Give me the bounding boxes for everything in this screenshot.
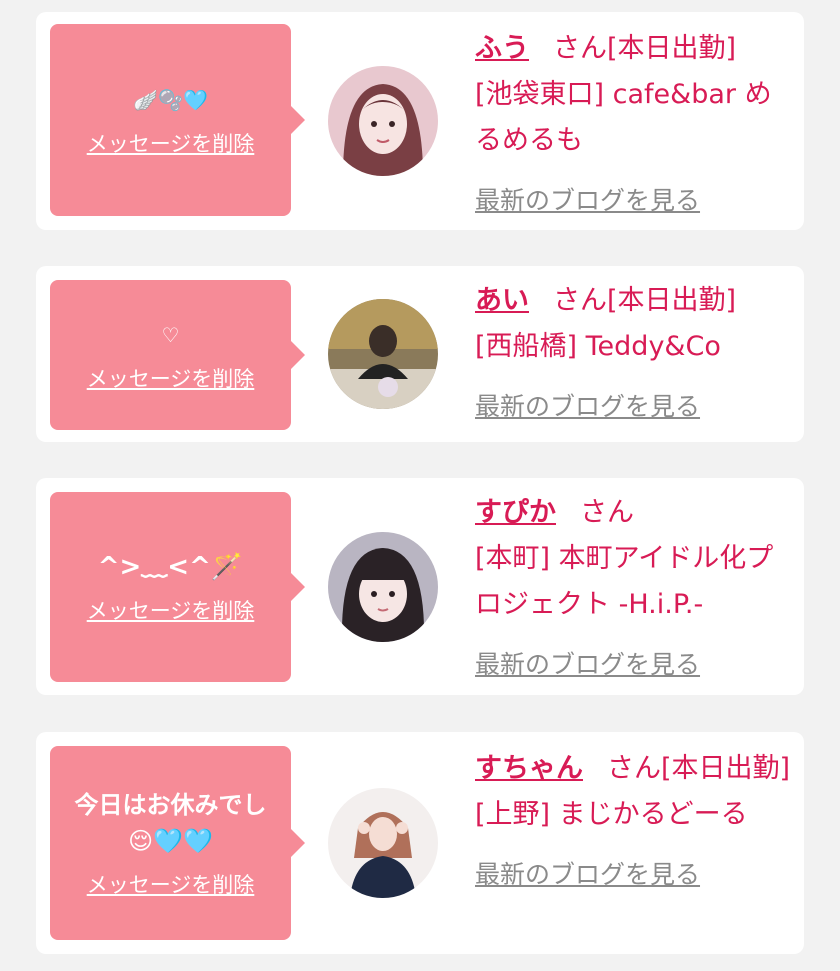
list-item: ♡ メッセージを削除 あい さん[本日出勤] [西船橋] Teddy&Co 最新の… <box>36 266 804 442</box>
message-text: 🪽🫧🩵 <box>133 88 208 112</box>
delete-message-link[interactable]: メッセージを削除 <box>87 595 255 625</box>
avatar[interactable] <box>328 788 438 898</box>
profile-name-link[interactable]: すぴか <box>475 497 556 528</box>
list-item: 🪽🫧🩵 メッセージを削除 ふう さん[本日出勤] [池袋東口] cafe&bar … <box>36 12 804 230</box>
shop-name: [上野] まじかるどーる <box>475 799 748 830</box>
shop-name: [西船橋] Teddy&Co <box>475 331 721 362</box>
message-bubble: ^>﹏<^🪄 メッセージを削除 <box>50 492 305 682</box>
message-bubble: 今日はお休みでし😌🩵🩵 メッセージを削除 <box>50 746 305 940</box>
profile-name-link[interactable]: あい <box>475 285 529 316</box>
woman-pose-avatar-icon <box>328 788 438 898</box>
latest-blog-link[interactable]: 最新のブログを見る <box>475 384 700 430</box>
honorific-status: さん[本日出勤] <box>553 33 737 64</box>
latest-blog-link[interactable]: 最新のブログを見る <box>475 178 700 224</box>
message-bubble: ♡ メッセージを削除 <box>50 280 305 430</box>
profile-name-link[interactable]: すちゃん <box>475 753 583 784</box>
list-item: ^>﹏<^🪄 メッセージを削除 すぴか さん [本町] 本町アイドル化プロジェクト… <box>36 478 804 695</box>
avatar[interactable] <box>328 66 438 176</box>
profile-name-link[interactable]: ふう <box>475 33 529 64</box>
latest-blog-link[interactable]: 最新のブログを見る <box>475 642 700 688</box>
message-text: 今日はお休みでし😌🩵🩵 <box>74 791 267 855</box>
message-text: ^>﹏<^🪄 <box>97 552 244 582</box>
message-bubble: 🪽🫧🩵 メッセージを削除 <box>50 24 305 216</box>
profile-info: あい さん[本日出勤] [西船橋] Teddy&Co 最新のブログを見る <box>475 278 795 430</box>
message-list: 🪽🫧🩵 メッセージを削除 ふう さん[本日出勤] [池袋東口] cafe&bar … <box>0 0 840 971</box>
list-item: 今日はお休みでし😌🩵🩵 メッセージを削除 すちゃん さん[本日出勤] [上野] ま… <box>36 732 804 954</box>
honorific-status: さん <box>580 497 634 528</box>
delete-message-link[interactable]: メッセージを削除 <box>87 128 255 158</box>
profile-info: ふう さん[本日出勤] [池袋東口] cafe&bar めるめるも 最新のブログを… <box>475 26 795 224</box>
latest-blog-link[interactable]: 最新のブログを見る <box>475 852 700 898</box>
avatar[interactable] <box>328 532 438 642</box>
delete-message-link[interactable]: メッセージを削除 <box>87 363 255 393</box>
shop-name: [池袋東口] cafe&bar めるめるも <box>475 79 772 156</box>
avatar[interactable] <box>328 299 438 409</box>
honorific-status: さん[本日出勤] <box>553 285 737 316</box>
shop-name: [本町] 本町アイドル化プロジェクト -H.i.P.- <box>475 543 774 620</box>
honorific-status: さん[本日出勤] <box>607 753 791 784</box>
profile-info: すぴか さん [本町] 本町アイドル化プロジェクト -H.i.P.- 最新のブログ… <box>475 490 795 688</box>
woman-portrait-avatar-icon <box>328 532 438 642</box>
profile-info: すちゃん さん[本日出勤] [上野] まじかるどーる 最新のブログを見る <box>475 746 795 898</box>
delete-message-link[interactable]: メッセージを削除 <box>87 869 255 899</box>
woman-portrait-avatar-icon <box>328 66 438 176</box>
message-text: ♡ <box>161 323 180 347</box>
woman-cafe-avatar-icon <box>328 299 438 409</box>
